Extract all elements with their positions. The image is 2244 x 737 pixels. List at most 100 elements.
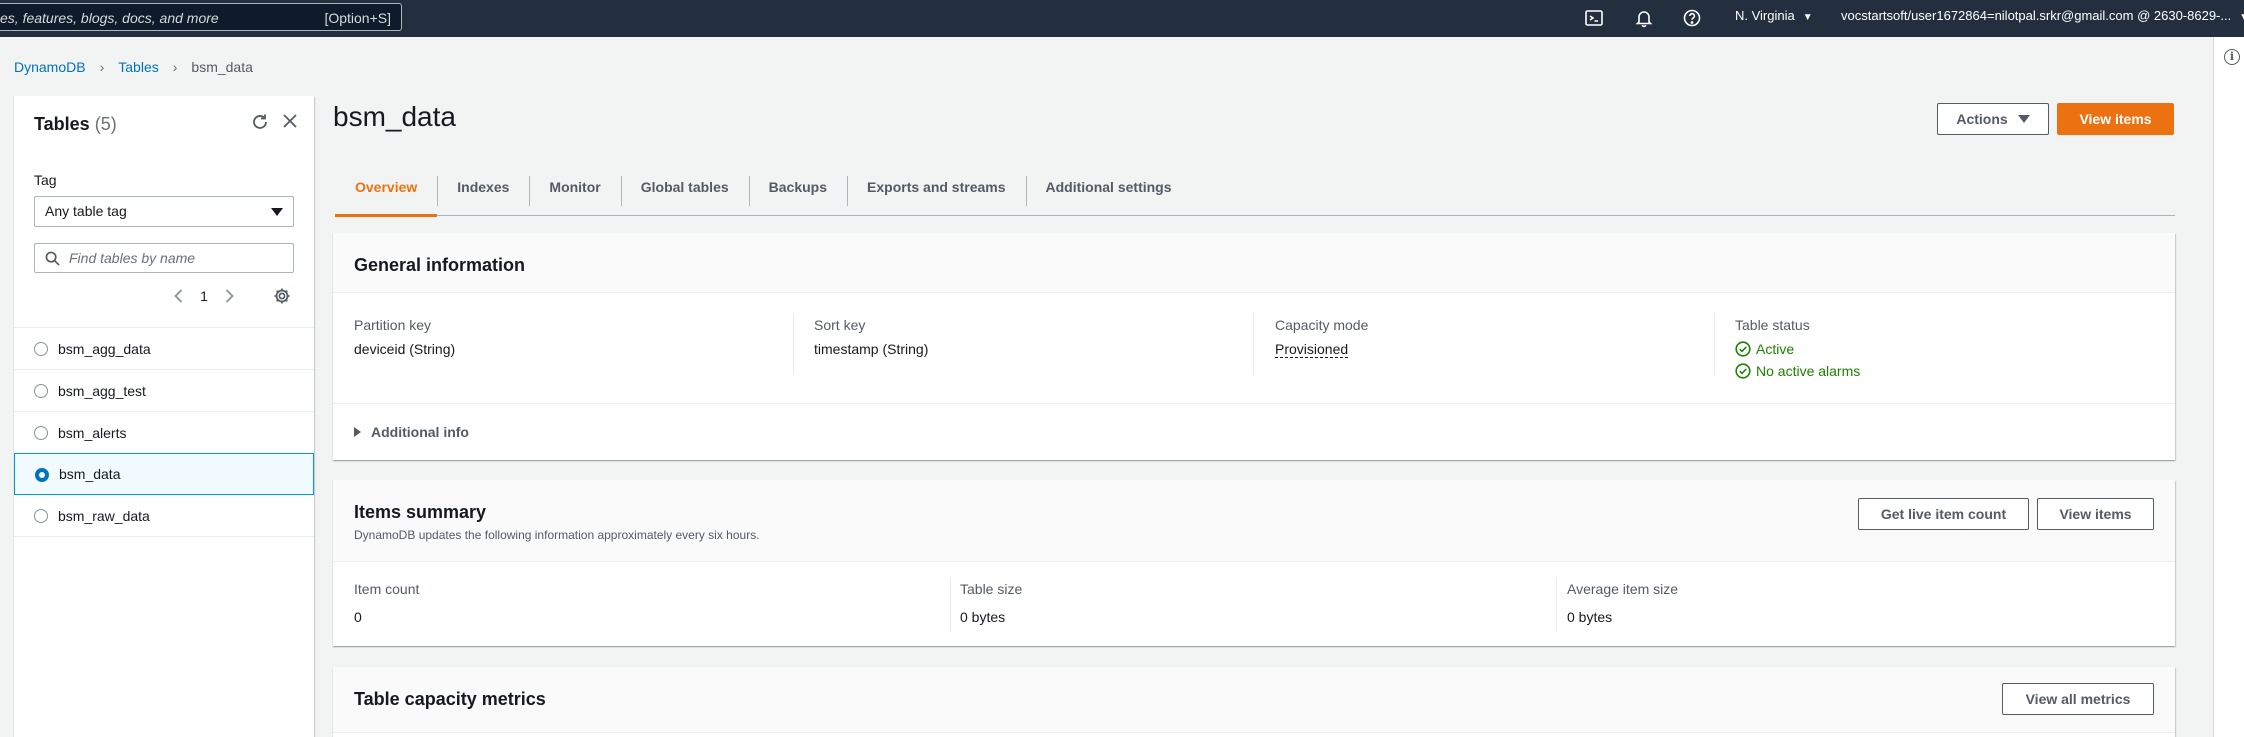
chevron-right-icon: › <box>99 59 105 75</box>
tab-indexes[interactable]: Indexes <box>437 166 529 216</box>
tag-filter-select[interactable]: Any table tag <box>34 196 294 227</box>
table-size-field: Table size 0 bytes <box>960 581 1022 625</box>
table-status-label: Table status <box>1735 317 1810 333</box>
chevron-right-icon: › <box>172 59 178 75</box>
table-list-item-selected[interactable]: bsm_data <box>14 453 314 495</box>
table-status-value: Active <box>1756 341 1795 357</box>
radio-button[interactable] <box>34 426 48 440</box>
average-item-size-label: Average item size <box>1567 581 1679 597</box>
average-item-size-value: 0 bytes <box>1567 609 1613 625</box>
search-placeholder: es, features, blogs, docs, and more <box>0 10 219 26</box>
tab-backups[interactable]: Backups <box>748 166 847 216</box>
find-tables-input[interactable]: Find tables by name <box>34 243 294 273</box>
table-status-field: Table status Active No active alarms <box>1735 317 1860 385</box>
account-label: vocstartsoft/user1672864=nilotpal.srkr@g… <box>1841 8 2232 23</box>
tag-filter-value: Any table tag <box>45 203 127 219</box>
partition-key-field: Partition key deviceid (String) <box>354 317 455 357</box>
caret-down-icon <box>271 208 283 216</box>
tables-title-text: Tables <box>34 114 90 134</box>
region-label: N. Virginia <box>1735 8 1795 23</box>
breadcrumb-current: bsm_data <box>191 59 253 75</box>
table-name: bsm_data <box>59 466 121 482</box>
card-header: Items summary DynamoDB updates the follo… <box>333 480 2175 562</box>
view-all-metrics-button[interactable]: View all metrics <box>2002 683 2154 715</box>
tag-filter-label: Tag <box>34 172 57 188</box>
top-navigation: es, features, blogs, docs, and more [Opt… <box>0 0 2244 37</box>
tables-list: bsm_agg_data bsm_agg_test bsm_alerts bsm… <box>14 327 314 537</box>
right-tools-rail: i <box>2213 37 2244 737</box>
get-live-item-count-button[interactable]: Get live item count <box>1858 498 2029 530</box>
tables-count: (5) <box>94 114 117 134</box>
alarms-value: No active alarms <box>1756 363 1861 379</box>
tab-monitor[interactable]: Monitor <box>529 166 620 216</box>
close-icon[interactable] <box>280 111 300 131</box>
caret-right-icon <box>354 427 361 437</box>
partition-key-label: Partition key <box>354 317 432 333</box>
pagination: 1 <box>169 286 239 306</box>
help-icon[interactable] <box>1680 6 1704 30</box>
tab-exports-and-streams[interactable]: Exports and streams <box>847 166 1026 216</box>
chevron-right-icon[interactable] <box>219 286 239 306</box>
global-search-input[interactable]: es, features, blogs, docs, and more [Opt… <box>0 3 402 31</box>
card-header: Table capacity metrics View all metrics <box>333 667 2175 733</box>
search-shortcut: [Option+S] <box>324 10 391 26</box>
notifications-bell-icon[interactable] <box>1632 6 1656 30</box>
radio-button[interactable] <box>34 509 48 523</box>
additional-info-label: Additional info <box>371 424 469 440</box>
caret-down-icon <box>2017 115 2030 123</box>
radio-button-selected[interactable] <box>35 468 49 482</box>
tab-additional-settings[interactable]: Additional settings <box>1025 166 1192 216</box>
table-name: bsm_alerts <box>58 424 127 441</box>
view-items-button-secondary[interactable]: View items <box>2037 498 2154 530</box>
refresh-icon[interactable] <box>250 112 270 132</box>
divider <box>1714 313 1715 375</box>
region-selector[interactable]: N. Virginia ▼ <box>1735 8 1813 23</box>
capacity-mode-label: Capacity mode <box>1275 317 1369 333</box>
gear-icon[interactable] <box>272 286 292 306</box>
capacity-metrics-title: Table capacity metrics <box>354 689 546 709</box>
table-size-value: 0 bytes <box>960 609 1006 625</box>
sort-key-field: Sort key timestamp (String) <box>814 317 928 357</box>
table-list-item[interactable]: bsm_agg_data <box>14 328 314 370</box>
tables-panel-title: Tables (5) <box>34 114 117 135</box>
tab-overview[interactable]: Overview <box>335 166 438 217</box>
breadcrumb-tables[interactable]: Tables <box>118 59 158 75</box>
item-count-field: Item count 0 <box>354 581 419 625</box>
view-items-button[interactable]: View items <box>2057 103 2174 135</box>
account-menu[interactable]: vocstartsoft/user1672864=nilotpal.srkr@g… <box>1841 8 2244 23</box>
items-summary-title: Items summary <box>354 502 487 522</box>
partition-key-value: deviceid (String) <box>354 341 456 357</box>
caret-down-icon: ▼ <box>1802 12 1813 23</box>
radio-button[interactable] <box>34 342 48 356</box>
item-count-value: 0 <box>354 609 362 625</box>
capacity-mode-value[interactable]: Provisioned <box>1275 341 1349 358</box>
radio-button[interactable] <box>34 384 48 398</box>
table-capacity-metrics-card: Table capacity metrics View all metrics <box>333 667 2175 737</box>
check-circle-icon <box>1735 363 1751 379</box>
additional-info-expander[interactable]: Additional info <box>354 424 469 440</box>
table-list-item[interactable]: bsm_alerts <box>14 412 314 454</box>
chevron-left-icon[interactable] <box>169 286 189 306</box>
items-summary-card: Items summary DynamoDB updates the follo… <box>333 480 2175 646</box>
items-summary-description: DynamoDB updates the following informati… <box>354 528 760 542</box>
table-size-label: Table size <box>960 581 1023 597</box>
divider <box>333 403 2175 404</box>
table-list-item[interactable]: bsm_agg_test <box>14 370 314 412</box>
general-information-card: General information Partition key device… <box>333 233 2175 460</box>
table-list-item[interactable]: bsm_raw_data <box>14 495 314 537</box>
actions-button-label: Actions <box>1956 111 2008 127</box>
item-count-label: Item count <box>354 581 420 597</box>
info-icon[interactable]: i <box>2224 49 2240 65</box>
page-number[interactable]: 1 <box>189 288 219 304</box>
cloudshell-icon[interactable] <box>1582 6 1606 30</box>
general-information-title: General information <box>354 255 526 275</box>
caret-down-icon: ▼ <box>2239 12 2244 23</box>
actions-button[interactable]: Actions <box>1937 103 2049 135</box>
card-header: General information <box>333 233 2175 293</box>
breadcrumb-dynamodb[interactable]: DynamoDB <box>14 59 86 75</box>
tab-global-tables[interactable]: Global tables <box>620 166 749 216</box>
search-icon <box>45 251 60 266</box>
divider <box>1556 577 1557 632</box>
breadcrumb: DynamoDB › Tables › bsm_data <box>14 59 253 75</box>
table-name: bsm_raw_data <box>58 507 150 524</box>
